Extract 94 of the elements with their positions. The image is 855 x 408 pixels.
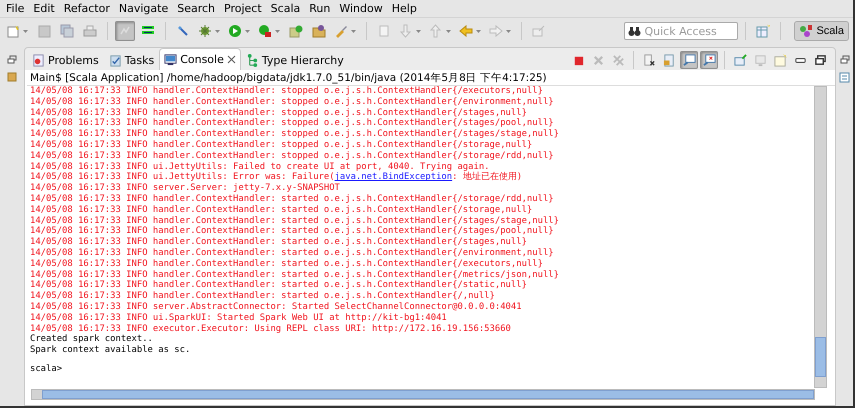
console-line: Spark context available as sc. — [30, 345, 190, 356]
console-line: 14/05/08 16:17:33 INFO handler.ContextHandler: started o.e.j.s.h.ContextHandler{/executors,null} — [30, 258, 543, 270]
restore-icon[interactable] — [840, 55, 850, 64]
console-line: 14/05/08 16:17:33 INFO ui.SparkUI: Started Spark Web UI at http://kit-bg1:4041 — [30, 312, 447, 324]
forward-arrow-icon — [489, 24, 503, 38]
caret-icon[interactable] — [505, 28, 512, 34]
menu-item[interactable]: Help — [392, 2, 417, 15]
external-link-icon — [532, 24, 546, 38]
needle-icon — [176, 24, 190, 38]
printer-icon — [83, 24, 97, 38]
quick-access-field[interactable]: Quick Access — [624, 22, 738, 40]
new-package-icon — [289, 24, 303, 38]
package-icon[interactable] — [7, 72, 17, 82]
disks-icon — [60, 24, 74, 38]
new-file-icon — [6, 24, 20, 38]
menu-item[interactable]: Edit — [33, 2, 55, 15]
console-line: 14/05/08 16:17:33 INFO handler.ContextHandler: started o.e.j.s.h.ContextHandler{/environment,null} — [30, 248, 554, 259]
console-line: 14/05/08 16:17:33 INFO handler.ContextHandler: started o.e.j.s.h.ContextHandler{/,null} — [30, 291, 495, 302]
console-line: 14/05/08 16:17:33 INFO handler.ContextHandler: stopped o.e.j.s.h.ContextHandler{/environment,null} — [30, 96, 554, 108]
console-line: 14/05/08 16:17:33 INFO handler.ContextHandler: stopped o.e.j.s.h.ContextHandler{/stages/stage,null} — [30, 129, 559, 140]
caret-icon[interactable] — [350, 28, 357, 34]
up-arrow-icon — [429, 24, 443, 38]
console-line: 14/05/08 16:17:33 INFO server.AbstractConnector: Started SelectChannelConnector@0.0.0.0:4041 — [30, 302, 522, 313]
table-plus-icon — [756, 24, 770, 38]
console-line: 14/05/08 16:17:33 INFO handler.ContextHandler: stopped o.e.j.s.h.ContextHandler{/storage/rdd,null} — [30, 150, 554, 162]
console-line: 14/05/08 16:17:33 INFO ui.JettyUtils: Failed to create UI at port, 4040. Trying again. — [30, 162, 490, 172]
view-tab[interactable]: Type Hierarchy — [240, 50, 349, 70]
cross-icon — [592, 54, 604, 66]
caret-icon[interactable] — [274, 28, 281, 34]
caret-icon[interactable] — [214, 28, 221, 34]
binoculars-icon — [628, 26, 642, 36]
horizontal-scrollbar[interactable] — [31, 389, 815, 400]
monitor-icon — [164, 53, 178, 66]
caret-icon[interactable] — [22, 28, 29, 34]
view-tab[interactable]: Problems — [27, 50, 104, 70]
view-tab[interactable]: Console — [159, 48, 241, 70]
console-out-icon — [682, 54, 696, 66]
console-line: 14/05/08 16:17:33 INFO handler.ContextHandler: started o.e.j.s.h.ContextHandler{/stages,null} — [30, 237, 527, 248]
scala-perspective-icon — [799, 24, 814, 38]
console-line: 14/05/08 16:17:33 INFO handler.ContextHandler: stopped o.e.j.s.h.ContextHandler{/executors,null} — [30, 86, 543, 97]
restore-icon[interactable] — [7, 55, 17, 64]
console-header: Main$ [Scala Application] /home/hadoop/bigdata/jdk1.7.0_51/bin/java (2014年5月8日 下午4:17:25) — [29, 71, 548, 85]
outline-icon[interactable] — [839, 72, 850, 83]
console-line: 14/05/08 16:17:33 INFO handler.ContextHandler: started o.e.j.s.h.ContextHandler{/stages/stage,null} — [30, 216, 559, 226]
menu-item[interactable]: Window — [339, 2, 383, 15]
bug-icon — [198, 24, 212, 38]
menu-item[interactable]: Run — [309, 2, 330, 15]
menu-item[interactable]: Project — [224, 2, 262, 15]
menu-item[interactable]: Refactor — [64, 2, 110, 15]
problems-icon — [32, 54, 45, 67]
page-icon — [377, 24, 391, 38]
console-line: 14/05/08 16:17:33 INFO handler.ContextHandler: started o.e.j.s.h.ContextHandler{/stages/pool,null} — [30, 226, 554, 237]
console-line: 14/05/08 16:17:33 INFO handler.ContextHandler: stopped o.e.j.s.h.ContextHandler{/storage,null} — [30, 140, 532, 151]
close-icon[interactable] — [226, 55, 236, 64]
caret-icon[interactable] — [244, 28, 251, 34]
external-run-icon — [258, 24, 272, 38]
clipboard-icon — [108, 54, 122, 67]
caret-icon[interactable] — [415, 28, 422, 34]
pin-console-icon — [734, 54, 746, 66]
folder-icon — [312, 24, 326, 38]
console-line: 14/05/08 16:17:33 INFO handler.ContextHandler: started o.e.j.s.h.ContextHandler{/metrics/json,null} — [30, 270, 559, 280]
new-console-icon — [774, 54, 786, 66]
console-line: 14/05/08 16:17:33 INFO executor.Executor: Using REPL class URI: http://172.16.19.156:53660 — [30, 324, 511, 334]
maximize-icon — [814, 54, 826, 66]
console-line: 14/05/08 16:17:33 INFO handler.ContextHandler: started o.e.j.s.h.ContextHandler{/storage/rdd,null} — [30, 194, 554, 205]
caret-icon[interactable] — [445, 28, 452, 34]
console-line: 14/05/08 16:17:33 INFO handler.ContextHandler: stopped o.e.j.s.h.ContextHandler{/stages,null} — [30, 108, 527, 118]
clear-page-icon — [642, 54, 656, 66]
console-line: 14/05/08 16:17:33 INFO handler.ContextHandler: stopped o.e.j.s.h.ContextHandler{/stages/pool,null} — [30, 118, 554, 129]
perspective-button[interactable]: Scala — [794, 21, 849, 41]
view-tab[interactable]: Tasks — [104, 50, 160, 70]
console-line: 14/05/08 16:17:33 INFO handler.ContextHandler: started o.e.j.s.h.ContextHandler{/storage,null} — [30, 204, 532, 216]
play-icon — [228, 24, 242, 38]
menu-item[interactable]: File — [6, 2, 24, 15]
menu-item[interactable]: Scala — [270, 2, 300, 15]
console-line: 14/05/08 16:17:33 INFO handler.ContextHandler: started o.e.j.s.h.ContextHandler{/static,null} — [30, 280, 527, 291]
down-arrow-icon — [399, 24, 413, 38]
scrollbar-thumb[interactable] — [815, 337, 826, 377]
console-prompt: scala> — [30, 364, 62, 375]
back-arrow-icon — [459, 24, 473, 38]
console-line: 14/05/08 16:17:33 INFO ui.JettyUtils: Error was: Failure(java.net.BindException: 地址已在使用) — [30, 172, 522, 183]
console-line: Created spark context.. — [30, 334, 153, 345]
console-line: 14/05/08 16:17:33 INFO server.Server: jetty-7.x.y-SNAPSHOT — [30, 183, 340, 194]
vertical-scrollbar[interactable] — [814, 86, 827, 388]
console-error-icon — [702, 54, 716, 66]
double-cross-icon — [612, 54, 624, 66]
brush-icon — [334, 24, 348, 38]
caret-icon[interactable] — [475, 28, 482, 34]
menu-item[interactable]: Navigate — [118, 2, 168, 15]
monitor-icon — [754, 54, 766, 66]
menu-item[interactable]: Search — [177, 2, 216, 15]
scroll-lock-icon — [662, 54, 676, 66]
hierarchy-icon — [246, 54, 259, 67]
exception-link[interactable]: java.net.BindException — [334, 172, 452, 182]
